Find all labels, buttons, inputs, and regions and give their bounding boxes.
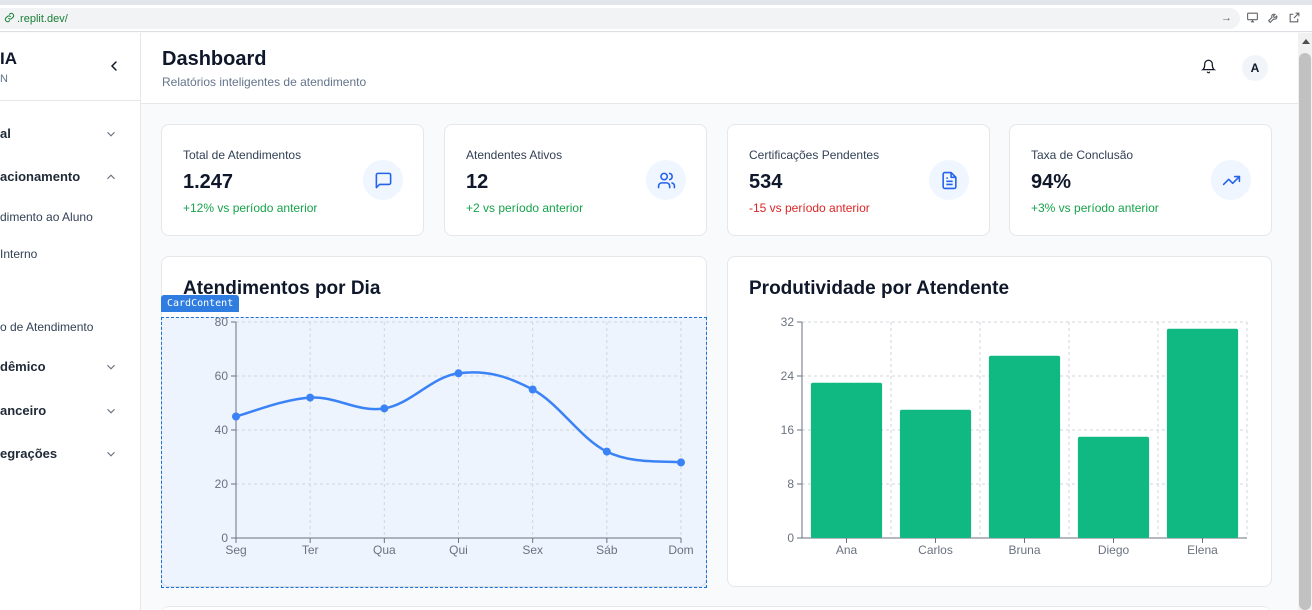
x-tick-label: Ana bbox=[836, 543, 858, 557]
bar bbox=[988, 355, 1061, 538]
bar bbox=[1077, 436, 1150, 538]
x-tick-label: Bruna bbox=[1008, 543, 1040, 557]
bar-chart: 0 8 16 24 32 Ana Carlos Bruna Diego Elena bbox=[781, 315, 1248, 557]
bar bbox=[810, 382, 883, 538]
y-tick-label: 8 bbox=[787, 477, 794, 491]
y-tick-label: 32 bbox=[781, 315, 795, 329]
bar bbox=[899, 409, 972, 538]
bar bbox=[1166, 328, 1239, 538]
x-tick-label: Carlos bbox=[918, 543, 953, 557]
x-tick-label: Diego bbox=[1098, 543, 1130, 557]
y-tick-label: 0 bbox=[787, 531, 794, 545]
y-tick-label: 16 bbox=[781, 423, 795, 437]
x-tick-label: Elena bbox=[1187, 543, 1218, 557]
next-card-edge bbox=[161, 606, 1271, 610]
y-tick-label: 24 bbox=[781, 369, 795, 383]
